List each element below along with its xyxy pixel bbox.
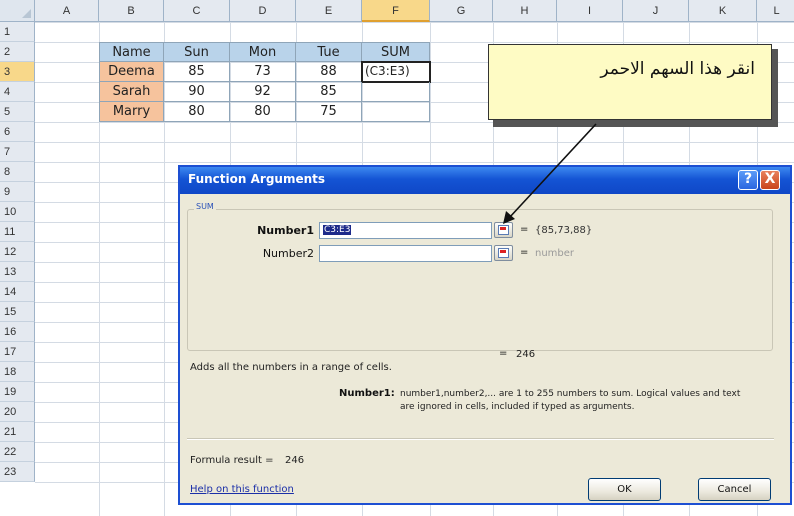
pointer-arrow xyxy=(503,123,597,224)
